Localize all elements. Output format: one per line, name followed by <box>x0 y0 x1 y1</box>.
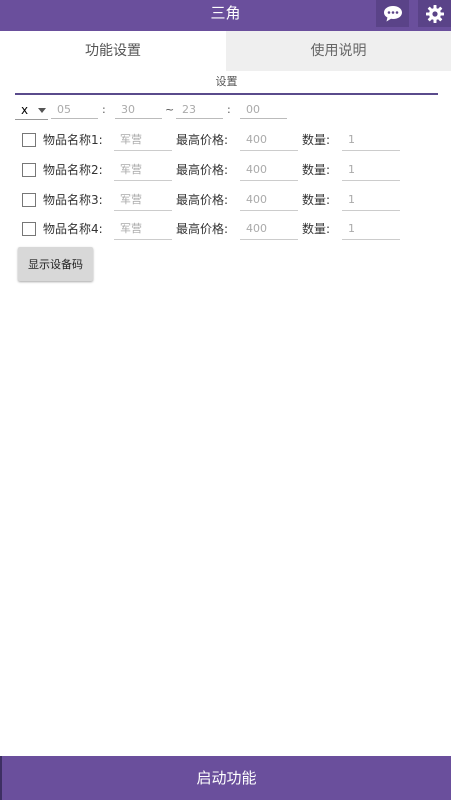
max-price-label: 最高价格: <box>176 133 229 147</box>
item-checkbox[interactable] <box>22 193 36 207</box>
tab-function-settings[interactable]: 功能设置 <box>0 31 226 71</box>
item-name-label: 物品名称4: <box>43 222 103 236</box>
quantity-field[interactable]: 1 <box>342 161 400 181</box>
item-name-field[interactable]: 军营 <box>114 220 172 240</box>
item-name-field[interactable]: 军营 <box>114 131 172 151</box>
section-title: 设置 <box>15 73 438 95</box>
quantity-label: 数量: <box>302 163 331 177</box>
title-bar: 三角 <box>0 0 451 31</box>
chevron-down-icon <box>38 108 46 113</box>
quantity-label: 数量: <box>302 193 331 207</box>
start-minute-field[interactable]: 30 <box>115 101 162 119</box>
item-checkbox[interactable] <box>22 163 36 177</box>
item-row: 物品名称4: 军营 最高价格: 400 数量: 1 <box>20 220 420 242</box>
show-device-code-button[interactable]: 显示设备码 <box>18 247 93 281</box>
max-price-label: 最高价格: <box>176 222 229 236</box>
start-function-button[interactable]: 启动功能 <box>0 756 451 800</box>
item-name-field[interactable]: 军营 <box>114 161 172 181</box>
tab-instructions[interactable]: 使用说明 <box>226 31 451 71</box>
tilde-separator: ~ <box>165 103 175 116</box>
gear-icon <box>425 4 444 23</box>
tab-bar: 功能设置 使用说明 <box>0 31 451 71</box>
max-price-label: 最高价格: <box>176 193 229 207</box>
item-name-field[interactable]: 军营 <box>114 191 172 211</box>
max-price-label: 最高价格: <box>176 163 229 177</box>
max-price-field[interactable]: 400 <box>240 161 298 181</box>
item-checkbox[interactable] <box>22 222 36 236</box>
end-hour-field[interactable]: 23 <box>176 101 223 119</box>
chat-button[interactable] <box>376 0 409 27</box>
item-row: 物品名称3: 军营 最高价格: 400 数量: 1 <box>20 191 420 213</box>
max-price-field[interactable]: 400 <box>240 131 298 151</box>
max-price-field[interactable]: 400 <box>240 191 298 211</box>
item-row: 物品名称1: 军营 最高价格: 400 数量: 1 <box>20 131 420 153</box>
quantity-label: 数量: <box>302 133 331 147</box>
mode-select-value: x <box>21 103 29 117</box>
start-hour-field[interactable]: 05 <box>51 101 98 119</box>
quantity-field[interactable]: 1 <box>342 220 400 240</box>
quantity-field[interactable]: 1 <box>342 191 400 211</box>
settings-button[interactable] <box>418 0 451 27</box>
quantity-label: 数量: <box>302 222 331 236</box>
item-name-label: 物品名称3: <box>43 193 103 207</box>
item-row: 物品名称2: 军营 最高价格: 400 数量: 1 <box>20 161 420 183</box>
quantity-field[interactable]: 1 <box>342 131 400 151</box>
colon-separator: : <box>102 103 106 116</box>
item-name-label: 物品名称2: <box>43 163 103 177</box>
time-range-row: x 05 : 30 ~ 23 : 00 <box>15 101 315 121</box>
mode-select[interactable]: x <box>15 101 48 120</box>
end-minute-field[interactable]: 00 <box>240 101 287 119</box>
max-price-field[interactable]: 400 <box>240 220 298 240</box>
colon-separator: : <box>227 103 231 116</box>
item-checkbox[interactable] <box>22 133 36 147</box>
chat-bubble-icon <box>383 5 402 21</box>
item-name-label: 物品名称1: <box>43 133 103 147</box>
